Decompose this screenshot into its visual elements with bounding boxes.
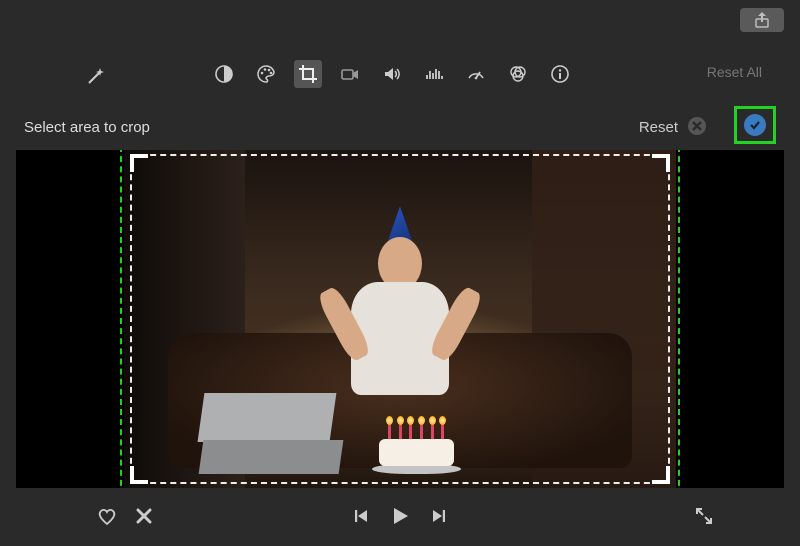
next-frame-button[interactable] (430, 507, 448, 525)
preview-viewport (16, 150, 784, 488)
adjust-toolbar: Reset All (0, 56, 800, 92)
scene-birthday-cake (372, 427, 460, 474)
reject-button[interactable] (134, 506, 154, 526)
equalizer-icon (424, 64, 444, 84)
three-circles-icon (508, 64, 528, 84)
play-button[interactable] (388, 504, 412, 528)
volume-button[interactable] (378, 60, 406, 88)
previous-frame-button[interactable] (352, 507, 370, 525)
crop-subheader: Select area to crop Reset (0, 112, 800, 142)
heart-icon (96, 505, 118, 527)
speaker-icon (382, 64, 402, 84)
scene-person (339, 218, 460, 407)
stabilize-button[interactable] (336, 60, 364, 88)
clip-filter-button[interactable] (504, 60, 532, 88)
crop-confirm-highlight (734, 106, 776, 144)
crop-reset-button[interactable]: Reset (639, 119, 678, 136)
reset-all-button[interactable]: Reset All (707, 64, 762, 80)
skip-back-icon (352, 507, 370, 525)
noise-reduce-button[interactable] (420, 60, 448, 88)
crop-confirm-button[interactable] (744, 114, 766, 136)
scene-laptop (201, 393, 333, 474)
crop-cancel-button[interactable] (686, 115, 708, 137)
contrast-icon (214, 64, 234, 84)
magic-wand-icon (85, 65, 107, 87)
color-palette-button[interactable] (252, 60, 280, 88)
video-frame[interactable] (124, 150, 676, 488)
share-button[interactable] (740, 8, 784, 32)
cancel-circle-icon (686, 115, 708, 137)
share-icon (755, 12, 769, 28)
info-icon (550, 64, 570, 84)
playback-bar (16, 496, 784, 536)
expand-icon (694, 506, 714, 526)
crop-icon (298, 64, 318, 84)
crop-button[interactable] (294, 60, 322, 88)
magic-wand-button[interactable] (82, 62, 110, 90)
fullscreen-button[interactable] (694, 506, 714, 526)
skip-forward-icon (430, 507, 448, 525)
checkmark-icon (748, 118, 762, 132)
info-button[interactable] (546, 60, 574, 88)
favorite-button[interactable] (96, 505, 118, 527)
crop-instruction-label: Select area to crop (24, 119, 150, 136)
color-balance-button[interactable] (210, 60, 238, 88)
speed-button[interactable] (462, 60, 490, 88)
gauge-icon (466, 64, 486, 84)
camera-icon (340, 64, 360, 84)
play-icon (388, 504, 412, 528)
palette-icon (256, 64, 276, 84)
x-icon (134, 506, 154, 526)
